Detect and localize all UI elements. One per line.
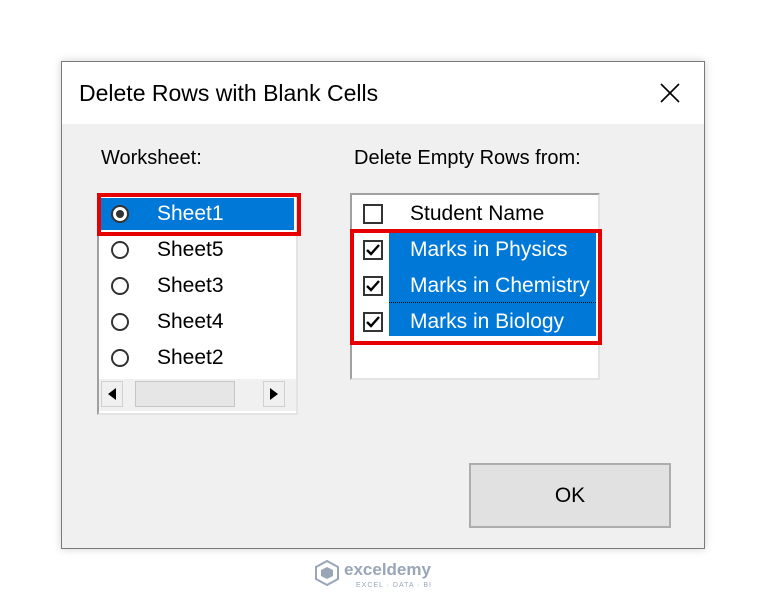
checkbox[interactable] [363, 204, 383, 224]
title-bar: Delete Rows with Blank Cells [62, 62, 704, 124]
scroll-left-button[interactable] [101, 381, 123, 407]
worksheet-option-label: Sheet5 [157, 238, 224, 261]
worksheet-option-label: Sheet4 [157, 310, 224, 333]
watermark-tagline: EXCEL · DATA · BI [356, 582, 432, 589]
column-option[interactable]: Student Name [352, 196, 598, 232]
close-icon [660, 83, 680, 103]
dialog-window: Delete Rows with Blank Cells Worksheet: … [61, 61, 705, 549]
worksheet-option[interactable]: Sheet3 [99, 268, 296, 304]
horizontal-scrollbar[interactable] [99, 379, 296, 411]
highlight-frame [97, 193, 301, 236]
radio-unselected[interactable] [111, 313, 129, 331]
arrow-right-icon [270, 388, 278, 400]
exceldemy-logo-icon [315, 560, 339, 586]
columns-label: Delete Empty Rows from: [354, 147, 581, 169]
worksheet-label: Worksheet: [101, 147, 202, 169]
radio-unselected[interactable] [111, 349, 129, 367]
radio-unselected[interactable] [111, 241, 129, 259]
scrollbar-thumb[interactable] [135, 381, 235, 407]
column-option-label: Student Name [410, 202, 545, 225]
watermark-name: exceldemy [344, 560, 431, 579]
scroll-right-button[interactable] [263, 381, 285, 407]
arrow-left-icon [108, 388, 116, 400]
dialog-title: Delete Rows with Blank Cells [79, 80, 379, 106]
worksheet-option[interactable]: Sheet4 [99, 304, 296, 340]
highlight-frame [350, 229, 602, 345]
ok-button[interactable]: OK [469, 463, 671, 528]
close-button[interactable] [648, 76, 692, 110]
worksheet-option[interactable]: Sheet5 [99, 232, 296, 268]
worksheet-option-label: Sheet2 [157, 346, 224, 369]
worksheet-option-label: Sheet3 [157, 274, 224, 297]
worksheet-option[interactable]: Sheet2 [99, 340, 296, 376]
radio-unselected[interactable] [111, 277, 129, 295]
